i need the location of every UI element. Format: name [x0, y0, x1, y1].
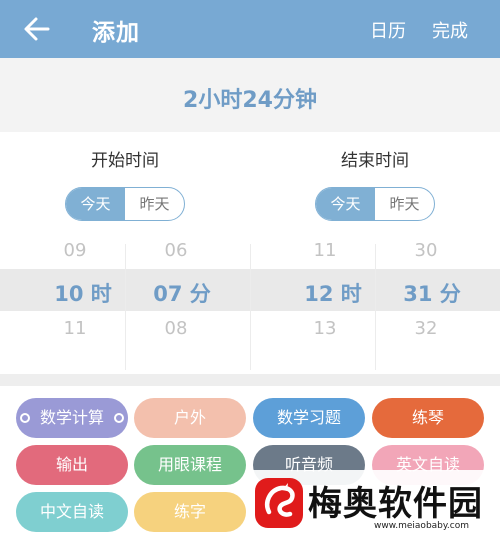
duration-text: 2小时24分钟	[183, 88, 317, 113]
start-time-label: 开始时间	[91, 151, 159, 171]
watermark: 梅奥软件园 www.meiaobaby.com	[246, 470, 500, 538]
back-arrow-icon[interactable]	[20, 12, 54, 46]
tag-math-calc[interactable]: 数学计算	[16, 398, 128, 438]
tag-output[interactable]: 输出	[16, 445, 128, 485]
dragon-logo-icon	[255, 478, 303, 528]
start-day-toggle: 今天 昨天	[65, 187, 185, 221]
selected-dot-icon	[20, 413, 30, 423]
end-day-toggle: 今天 昨天	[315, 187, 435, 221]
calendar-button[interactable]: 日历	[370, 17, 406, 43]
selected-dot-icon	[114, 413, 124, 423]
page-title: 添加	[92, 20, 140, 46]
start-minute-next[interactable]: 08	[116, 318, 236, 339]
end-time-label: 结束时间	[341, 151, 409, 171]
duration-bar: 2小时24分钟	[0, 58, 500, 132]
time-picker-area: 开始时间 结束时间 今天 昨天 今天 昨天 09 10 时 11 06 07 分…	[0, 132, 500, 374]
tag-writing[interactable]: 练字	[134, 492, 246, 532]
end-minute-next[interactable]: 32	[366, 318, 486, 339]
end-minute-prev[interactable]: 30	[366, 240, 486, 261]
start-minute-prev[interactable]: 06	[116, 240, 236, 261]
tag-math-exercise[interactable]: 数学习题	[253, 398, 365, 438]
header-bar: 添加 日历 完成	[0, 0, 500, 58]
start-today-option[interactable]: 今天	[66, 188, 125, 220]
tag-piano[interactable]: 练琴	[372, 398, 484, 438]
tag-outdoor[interactable]: 户外	[134, 398, 246, 438]
end-today-option[interactable]: 今天	[316, 188, 375, 220]
done-button[interactable]: 完成	[432, 17, 468, 43]
watermark-text: 梅奥软件园	[308, 484, 483, 524]
start-minute-selected[interactable]: 07 分	[122, 278, 242, 308]
wheel-divider	[250, 244, 251, 370]
end-minute-selected[interactable]: 31 分	[372, 278, 492, 308]
watermark-url: www.meiaobaby.com	[374, 521, 470, 531]
tag-eye-course[interactable]: 用眼课程	[134, 445, 246, 485]
end-yesterday-option[interactable]: 昨天	[375, 188, 434, 220]
tag-chinese-reading[interactable]: 中文自读	[16, 492, 128, 532]
start-yesterday-option[interactable]: 昨天	[125, 188, 184, 220]
